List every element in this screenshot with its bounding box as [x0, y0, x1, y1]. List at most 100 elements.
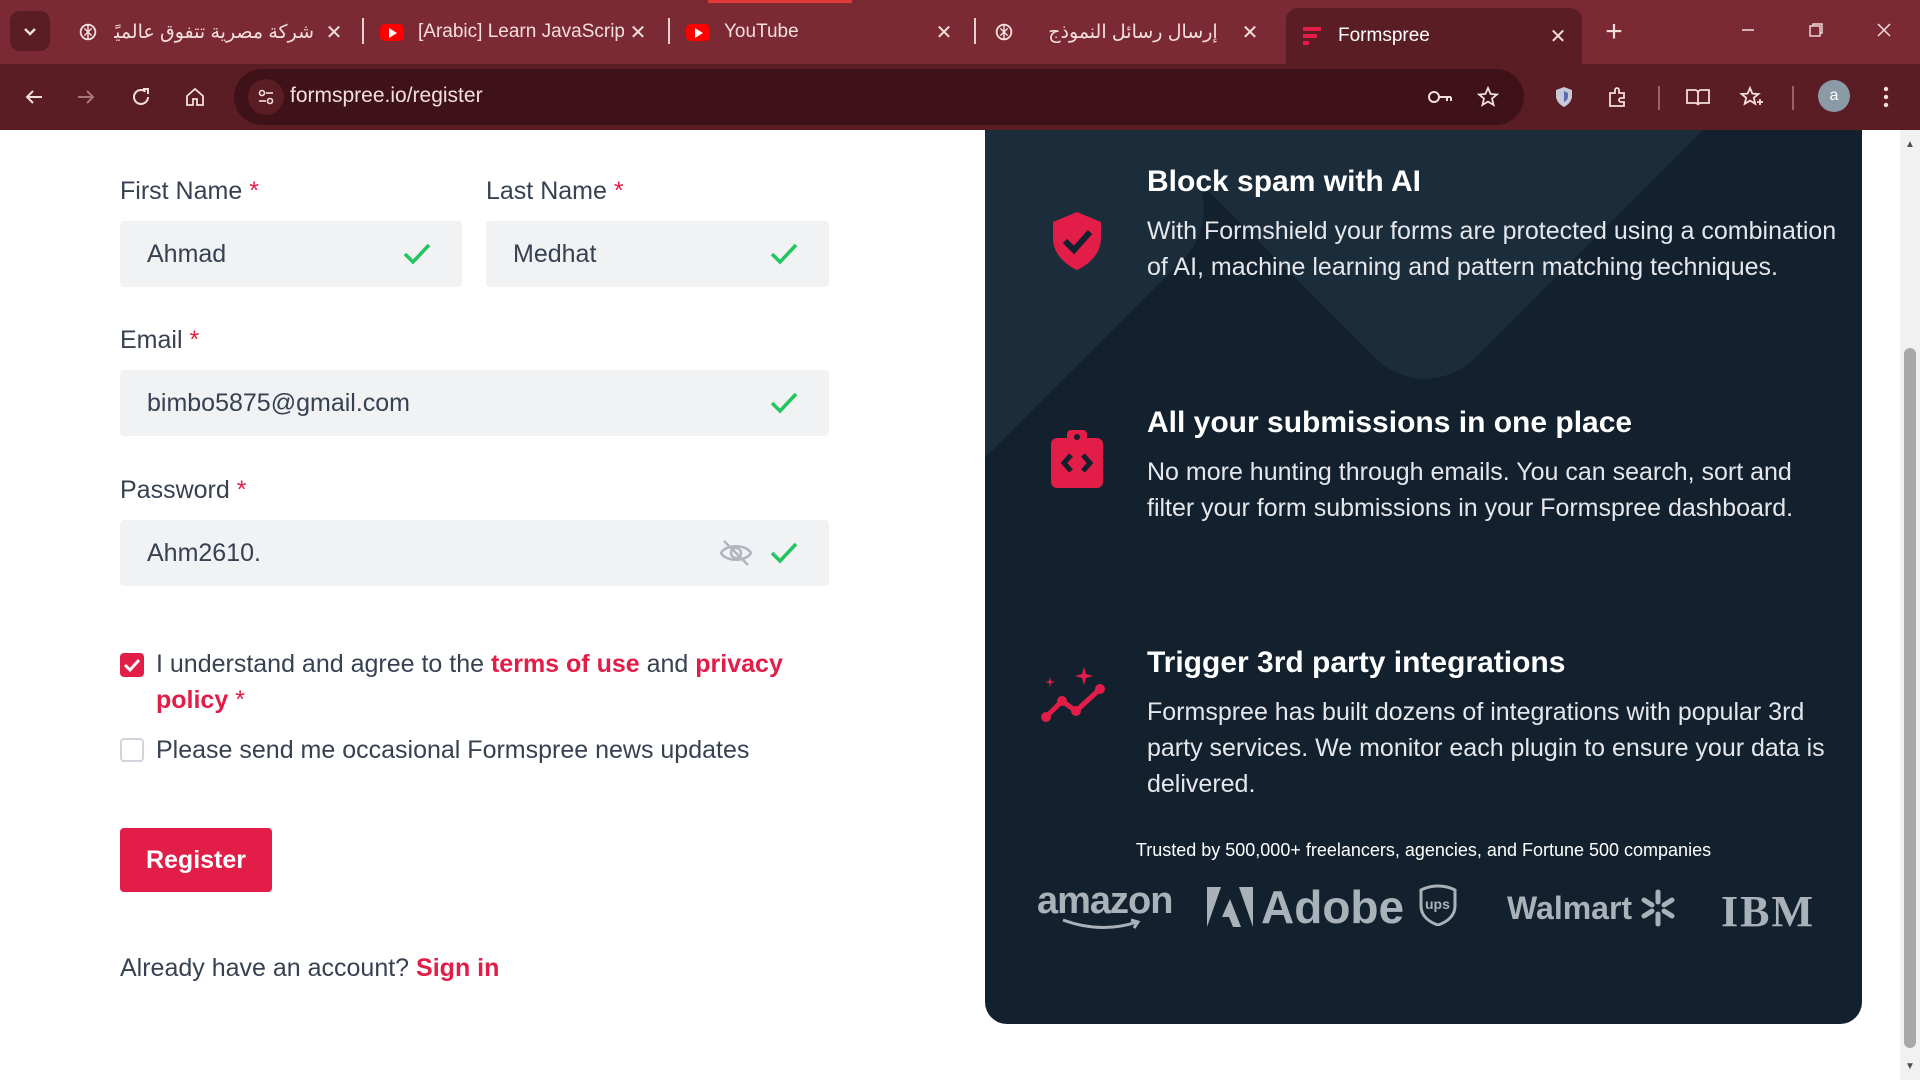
- password-label-text: Password: [120, 476, 230, 504]
- shield-icon: [1556, 87, 1572, 107]
- close-icon[interactable]: ✕: [930, 18, 958, 46]
- agree-text: I understand and agree to the: [156, 650, 485, 678]
- eye-off-icon[interactable]: [718, 538, 754, 568]
- amazon-smile-icon: [1062, 918, 1141, 930]
- first-name-input[interactable]: Ahmad: [120, 221, 462, 287]
- required-mark: *: [236, 476, 247, 504]
- site-info-button[interactable]: [248, 79, 284, 115]
- home-icon: [186, 87, 204, 106]
- bookmark-star-icon[interactable]: [1472, 81, 1504, 113]
- tab-2[interactable]: [Arabic] Learn JavaScript ✕: [366, 8, 662, 56]
- formspree-icon: [1300, 24, 1324, 48]
- arrow-right-icon: [78, 90, 95, 104]
- tab-strip: شركة مصرية تتفوق عالميًا ✕ [Arabic] Lear…: [0, 0, 1920, 64]
- scroll-up-icon[interactable]: ▲: [1904, 138, 1916, 150]
- terms-link[interactable]: terms of use: [491, 650, 640, 678]
- forward-button[interactable]: [66, 77, 106, 117]
- feature-title: Trigger 3rd party integrations: [1147, 646, 1566, 679]
- tab-1[interactable]: شركة مصرية تتفوق عالميًا ✕: [62, 8, 358, 56]
- close-icon[interactable]: ✕: [1236, 18, 1264, 46]
- feature-description: Formspree has built dozens of integratio…: [1147, 698, 1825, 798]
- extension-shield-button[interactable]: [1544, 77, 1584, 117]
- minimize-button[interactable]: [1718, 10, 1778, 50]
- tab-separator: [668, 18, 670, 44]
- url-text[interactable]: formspree.io/register: [290, 84, 483, 108]
- close-icon[interactable]: ✕: [1544, 22, 1572, 50]
- last-name-input[interactable]: Medhat: [486, 221, 829, 287]
- tab-1-title: شركة مصرية تتفوق عالميًا: [114, 21, 314, 43]
- new-tab-button[interactable]: +: [1596, 14, 1632, 50]
- agree-checkbox[interactable]: [120, 653, 144, 677]
- adobe-logo: Adobe: [1207, 880, 1404, 934]
- required-mark: *: [189, 326, 200, 354]
- browser-toolbar: formspree.io/register a: [0, 64, 1920, 130]
- amazon-logo: amazon: [1037, 880, 1173, 930]
- last-name-value: Medhat: [513, 239, 597, 268]
- code-clipboard-icon: [1051, 430, 1103, 488]
- more-vertical-icon: [1883, 86, 1889, 108]
- restore-icon: [1809, 23, 1823, 37]
- ibm-logo: IBM: [1721, 886, 1815, 937]
- privacy-link[interactable]: policy: [156, 686, 228, 714]
- tab-4[interactable]: إرسال رسائل النموذج ✕: [978, 8, 1274, 56]
- tab-3-title: YouTube: [724, 21, 799, 42]
- adobe-icon: [1207, 887, 1253, 927]
- required-mark: *: [235, 686, 245, 714]
- tab-search-button[interactable]: [10, 11, 50, 51]
- agree-and-text: and: [646, 650, 689, 678]
- tab-2-title: [Arabic] Learn JavaScript: [418, 21, 624, 42]
- feature-description: No more hunting through emails. You can …: [1147, 458, 1794, 522]
- ups-logo-text: ups: [1425, 896, 1450, 912]
- email-value: bimbo5875@gmail.com: [147, 388, 411, 417]
- scroll-down-icon[interactable]: ▼: [1904, 1060, 1916, 1072]
- page-content: First Name * Ahmad Last Name * Medhat Em…: [0, 130, 1900, 1080]
- news-checkbox[interactable]: [120, 738, 144, 762]
- privacy-link[interactable]: privacy: [695, 650, 783, 678]
- check-icon: [770, 392, 798, 414]
- page-scrollbar[interactable]: ▲ ▼: [1900, 130, 1920, 1080]
- first-name-label-text: First Name: [120, 177, 243, 205]
- tab-3[interactable]: YouTube ✕: [672, 8, 968, 56]
- email-label: Email *: [120, 326, 199, 355]
- youtube-icon: [380, 20, 404, 44]
- browser-menu-button[interactable]: [1866, 77, 1906, 117]
- email-label-text: Email: [120, 326, 183, 354]
- features-panel: Block spam with AI With Formshield your …: [985, 130, 1862, 1024]
- walmart-spark-icon: [1641, 889, 1675, 927]
- check-icon: [770, 542, 798, 564]
- adobe-logo-text: Adobe: [1261, 881, 1405, 933]
- home-button[interactable]: [175, 77, 215, 117]
- amazon-logo-text: amazon: [1037, 880, 1173, 922]
- required-mark: *: [249, 177, 259, 205]
- checkmark-icon: [123, 658, 141, 673]
- scroll-thumb[interactable]: [1904, 348, 1916, 1048]
- openai-icon: [76, 20, 100, 44]
- first-name-label: First Name *: [120, 177, 259, 206]
- reading-mode-button[interactable]: [1678, 77, 1718, 117]
- address-bar[interactable]: formspree.io/register: [234, 69, 1524, 125]
- sparkle-graph-icon: [1041, 667, 1105, 722]
- openai-icon: [992, 20, 1016, 44]
- first-name-value: Ahmad: [147, 239, 227, 268]
- signin-prompt: Already have an account? Sign in: [120, 954, 499, 983]
- restore-button[interactable]: [1786, 10, 1846, 50]
- book-icon: [1686, 89, 1710, 106]
- email-input[interactable]: bimbo5875@gmail.com: [120, 370, 829, 436]
- favorites-button[interactable]: [1732, 77, 1772, 117]
- profile-avatar[interactable]: a: [1818, 80, 1850, 112]
- favorites-star-icon: [1739, 85, 1763, 106]
- arrow-left-icon: [25, 90, 42, 104]
- password-key-icon[interactable]: [1424, 81, 1456, 113]
- close-icon: [1877, 23, 1891, 37]
- reload-button[interactable]: [121, 77, 161, 117]
- tab-separator: [974, 18, 976, 44]
- back-button[interactable]: [14, 77, 54, 117]
- password-input[interactable]: Ahm2610.: [120, 520, 829, 586]
- tab-5-active[interactable]: Formspree ✕: [1286, 8, 1582, 64]
- close-icon[interactable]: ✕: [320, 18, 348, 46]
- extensions-button[interactable]: [1598, 77, 1638, 117]
- signin-link[interactable]: Sign in: [416, 954, 499, 982]
- window-close-button[interactable]: [1854, 10, 1914, 50]
- register-button[interactable]: Register: [120, 828, 272, 892]
- close-icon[interactable]: ✕: [624, 18, 652, 46]
